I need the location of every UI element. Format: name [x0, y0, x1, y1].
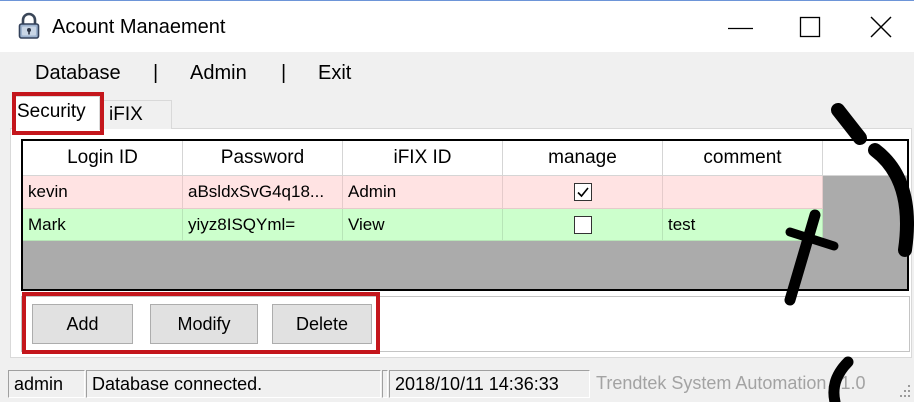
cell-manage[interactable]: [503, 209, 663, 241]
column-header-ifix-id[interactable]: iFIX ID: [343, 141, 503, 175]
cell-password[interactable]: aBsldxSvG4q18...: [183, 176, 343, 209]
close-icon: [870, 16, 892, 38]
accounts-grid[interactable]: Login ID Password iFIX ID manage comment…: [21, 139, 909, 291]
title-bar[interactable]: Acount Manaement: [0, 0, 914, 52]
cell-ifix-id[interactable]: Admin: [343, 176, 503, 209]
column-header-login-id[interactable]: Login ID: [23, 141, 183, 175]
maximize-icon: [799, 16, 821, 38]
status-user: admin: [8, 370, 85, 398]
cell-ifix-id[interactable]: View: [343, 209, 503, 241]
column-header-comment[interactable]: comment: [663, 141, 823, 175]
lock-icon: [17, 12, 41, 40]
manage-checkbox[interactable]: [574, 216, 592, 234]
close-button[interactable]: [844, 1, 913, 53]
cell-comment[interactable]: test: [663, 209, 823, 241]
minimize-button[interactable]: [706, 1, 775, 53]
cell-password[interactable]: yiyz8ISQYml=: [183, 209, 343, 241]
minimize-icon: [728, 27, 753, 30]
cell-login-id[interactable]: Mark: [23, 209, 183, 241]
table-row[interactable]: kevin aBsldxSvG4q18... Admin: [23, 176, 823, 209]
checkmark-icon: [577, 187, 589, 198]
status-timestamp: 2018/10/11 14:36:33: [389, 370, 590, 398]
window-title: Acount Manaement: [52, 16, 226, 38]
manage-checkbox[interactable]: [574, 183, 592, 201]
highlight-box-buttons: [22, 292, 380, 354]
grid-header: Login ID Password iFIX ID manage comment: [23, 141, 907, 176]
menu-separator: |: [281, 62, 287, 84]
account-management-window: Acount Manaement Database | Admin | Exit…: [0, 0, 914, 402]
cell-login-id[interactable]: kevin: [23, 176, 183, 209]
highlight-box-security-tab: [12, 92, 104, 135]
status-bar: admin Database connected. 2018/10/11 14:…: [0, 366, 914, 402]
menu-database[interactable]: Database: [35, 52, 121, 95]
menu-bar: Database | Admin | Exit: [0, 52, 914, 95]
status-message: Database connected.: [86, 370, 381, 398]
maximize-button[interactable]: [775, 1, 844, 53]
tab-ifix[interactable]: iFIX: [100, 100, 172, 129]
menu-exit[interactable]: Exit: [318, 52, 351, 95]
status-spacer: [382, 370, 388, 398]
cell-comment[interactable]: [663, 176, 823, 209]
table-row[interactable]: Mark yiyz8ISQYml= View test: [23, 209, 823, 241]
cell-manage[interactable]: [503, 176, 663, 209]
menu-separator: |: [153, 62, 159, 84]
resize-grip-icon[interactable]: [897, 382, 912, 400]
menu-admin[interactable]: Admin: [190, 52, 247, 95]
column-header-manage[interactable]: manage: [503, 141, 663, 175]
status-version: Trendtek System Automation v1.0: [596, 373, 866, 393]
column-header-password[interactable]: Password: [183, 141, 343, 175]
